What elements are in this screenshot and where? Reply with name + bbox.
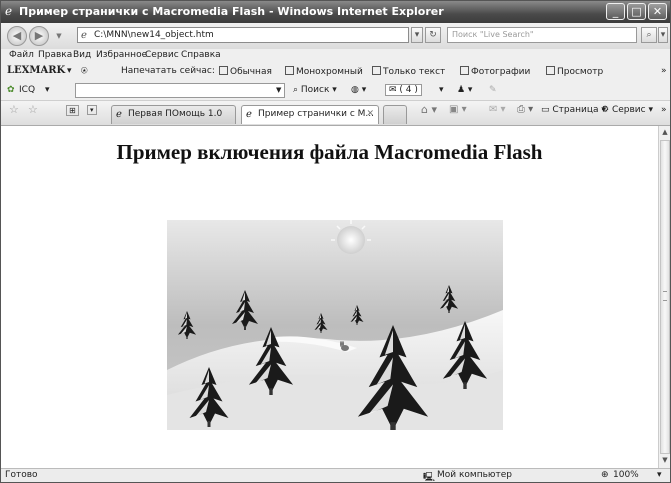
tab-page-icon: ℯ <box>246 109 252 120</box>
tab-page-icon: ℯ <box>116 109 122 120</box>
tab-first-aid[interactable]: ℯ Первая ПОмощь 1.0 <box>111 105 236 124</box>
toolbar-overflow-icon[interactable]: » <box>661 66 667 76</box>
print-text-only-button[interactable]: Только текст <box>372 66 445 77</box>
print-normal-button[interactable]: Обычная <box>219 66 272 77</box>
history-dropdown-icon[interactable]: ▼ <box>53 30 65 42</box>
lexmark-toolbar: LEXMARK ▾ ⍟ Напечатать сейчас: Обычная М… <box>1 63 670 81</box>
scroll-up-icon[interactable]: ▲ <box>660 128 670 138</box>
icq-search-button[interactable]: ⌕ Поиск ▾ <box>293 85 337 95</box>
print-preview-button[interactable]: Просмотр <box>546 66 603 77</box>
navigation-bar: ◀ ▶ ▼ ℯ C:\MNN\new14_object.htm ▾ ↻ Поис… <box>1 23 670 49</box>
feeds-icon[interactable]: ▣ ▾ <box>449 104 467 115</box>
icq-user-icon[interactable]: ♟ ▾ <box>457 85 472 95</box>
zoom-level[interactable]: 100% <box>613 470 639 480</box>
search-options-icon[interactable]: ▾ <box>658 27 668 43</box>
lexmark-logo[interactable]: LEXMARK <box>7 65 65 76</box>
menu-help[interactable]: Справка <box>181 50 221 60</box>
icq-search-input[interactable] <box>75 83 285 98</box>
search-input[interactable]: Поиск "Live Search" <box>447 27 637 43</box>
add-favorites-icon[interactable]: ☆ <box>28 103 38 116</box>
icq-toolbar: ✿ ICQ ▾ ▼ ⌕ Поиск ▾ ◍ ▾ ✉ ( 4 ) ▾ ♟ ▾ ✎ <box>1 81 670 101</box>
zoom-dropdown-icon[interactable]: ▾ <box>657 470 662 480</box>
tools-menu-button[interactable]: ⚙ Сервис ▾ <box>601 105 653 115</box>
command-overflow-icon[interactable]: » <box>661 105 667 115</box>
close-button[interactable]: ✕ <box>648 3 667 20</box>
page-menu-button[interactable]: ▭ Страница ▾ <box>541 105 606 115</box>
computer-zone-icon: 🖳 <box>423 473 436 483</box>
lexmark-dropdown-icon[interactable]: ▾ <box>67 66 72 76</box>
scroll-thumb[interactable] <box>660 140 670 454</box>
maximize-button[interactable]: □ <box>627 3 646 20</box>
print-icon[interactable]: ⎙ ▾ <box>517 104 533 115</box>
home-icon[interactable]: ⌂ ▾ <box>421 103 437 116</box>
zoom-icon: ⊕ <box>601 470 609 480</box>
page-heading: Пример включения файла Macromedia Flash <box>116 140 543 164</box>
address-field[interactable]: ℯ C:\MNN\new14_object.htm <box>77 27 409 43</box>
minimize-button[interactable]: _ <box>606 3 625 20</box>
tab-bar: ☆ ☆ ⊞ ▾ ℯ Первая ПОмощь 1.0 ℯ Пример стр… <box>1 101 670 126</box>
window-title: Пример странички с Macromedia Flash - Wi… <box>19 5 444 18</box>
menu-file[interactable]: Файл <box>9 50 34 60</box>
mail-icon[interactable]: ✉ ▾ <box>489 104 506 115</box>
print-now-label: Напечатать сейчас: <box>121 66 215 76</box>
icq-messages-counter[interactable]: ✉ ( 4 ) <box>385 84 422 96</box>
security-zone: Мой компьютер <box>437 470 512 480</box>
back-button[interactable]: ◀ <box>7 26 27 46</box>
new-tab-button[interactable] <box>383 105 407 124</box>
page-content: Пример включения файла Macromedia Flash <box>1 126 658 468</box>
search-go-icon[interactable]: ⌕ <box>641 27 657 43</box>
window-controls: _ □ ✕ <box>606 3 667 20</box>
tab-list-icon[interactable]: ▾ <box>87 105 97 115</box>
print-mono-button[interactable]: Монохромный <box>285 66 363 77</box>
tab-label: Первая ПОмощь 1.0 <box>128 109 223 119</box>
browser-window: ℯ Пример странички с Macromedia Flash - … <box>0 0 671 483</box>
page-icon: ℯ <box>81 30 87 41</box>
icq-counter-dropdown-icon[interactable]: ▾ <box>439 85 444 95</box>
search-placeholder: Поиск "Live Search" <box>452 30 534 39</box>
scroll-down-icon[interactable]: ▼ <box>660 456 670 466</box>
icq-label[interactable]: ICQ <box>19 85 35 95</box>
icq-input-dropdown-icon[interactable]: ▼ <box>276 86 281 94</box>
forward-button[interactable]: ▶ <box>29 26 49 46</box>
flash-movie[interactable] <box>167 220 503 430</box>
address-dropdown-icon[interactable]: ▾ <box>411 27 423 43</box>
icq-flower-icon: ✿ <box>7 85 15 95</box>
title-bar[interactable]: ℯ Пример странички с Macromedia Flash - … <box>1 1 670 23</box>
menu-tools[interactable]: Сервис <box>145 50 179 60</box>
print-photos-button[interactable]: Фотографии <box>460 66 530 77</box>
close-tab-icon[interactable]: ✕ <box>366 106 374 123</box>
tab-label: Пример странички с М... <box>258 109 375 119</box>
refresh-icon[interactable]: ↻ <box>425 27 441 43</box>
status-bar: Готово 🖳 Мой компьютер ⊕ 100% ▾ <box>1 468 670 483</box>
menu-bar: Файл Правка Вид Избранное Сервис Справка <box>1 49 670 63</box>
icq-dropdown-icon[interactable]: ▾ <box>45 85 50 95</box>
address-url: C:\MNN\new14_object.htm <box>94 30 214 40</box>
tab-flash-sample[interactable]: ℯ Пример странички с М... ✕ <box>241 105 379 124</box>
menu-edit[interactable]: Правка <box>38 50 72 60</box>
vertical-scrollbar[interactable]: ▲ ▼ <box>658 126 670 468</box>
menu-view[interactable]: Вид <box>73 50 91 60</box>
lexmark-help-icon[interactable]: ⍟ <box>81 64 88 78</box>
quick-tabs-icon[interactable]: ⊞ <box>66 105 79 116</box>
icq-extra-icon[interactable]: ◍ ▾ <box>351 85 366 95</box>
icq-pen-icon[interactable]: ✎ <box>489 85 497 95</box>
status-text: Готово <box>5 470 38 480</box>
ie-logo-icon: ℯ <box>5 4 13 18</box>
favorites-star-icon[interactable]: ☆ <box>9 103 19 116</box>
menu-favorites[interactable]: Избранное <box>96 50 147 60</box>
